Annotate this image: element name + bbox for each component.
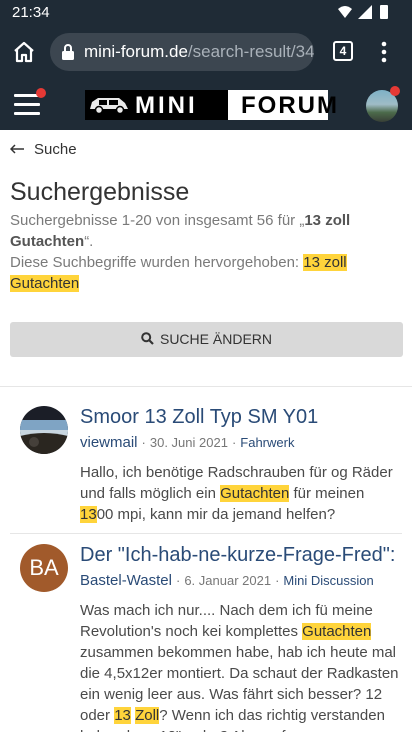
mini-car-icon: [90, 98, 128, 115]
browser-toolbar: mini-forum.de/search-result/34 4: [0, 24, 412, 80]
result-excerpt: Hallo, ich benötige Radschrauben für og …: [80, 464, 393, 523]
result-title[interactable]: Smoor 13 Zoll Typ SM Y01: [80, 406, 318, 429]
back-link-label: Suche: [34, 141, 77, 158]
tab-switcher-button[interactable]: 4: [333, 41, 353, 61]
lock-icon: [62, 44, 74, 60]
logo-text-mini: MINI: [135, 92, 198, 119]
result-excerpt: Was mach ich nur.... Nach dem ich fü mei…: [80, 602, 399, 732]
home-icon[interactable]: [12, 40, 36, 64]
author-avatar[interactable]: [20, 406, 68, 454]
user-avatar[interactable]: [366, 86, 400, 122]
result-forum[interactable]: Fahrwerk: [240, 435, 294, 450]
overflow-menu-icon[interactable]: [378, 40, 390, 64]
result-author[interactable]: Bastel-Wastel: [80, 572, 172, 589]
change-search-button[interactable]: SUCHE ÄNDERN: [10, 322, 403, 357]
url-path: /search-result/34: [187, 42, 314, 61]
battery-icon: [380, 5, 388, 19]
notification-dot: [36, 88, 46, 98]
status-icons: [338, 5, 388, 19]
result-date: 30. Juni 2021: [149, 435, 228, 450]
status-bar: 21:34: [0, 0, 412, 24]
result-title[interactable]: Der "Ich-hab-ne-kurze-Frage-Fred":: [80, 544, 395, 567]
signal-icon: [358, 5, 372, 19]
main-content: Suche Suchergebnisse Suchergebnisse 1-20…: [0, 130, 412, 732]
divider: [10, 533, 402, 534]
site-logo[interactable]: MINI FORUM: [85, 90, 337, 120]
result-forum[interactable]: Mini Discussion: [283, 573, 373, 588]
search-summary: Suchergebnisse 1-20 von insgesamt 56 für…: [10, 212, 351, 292]
logo-text-forum: FORUM: [241, 92, 339, 119]
status-time: 21:34: [12, 4, 50, 21]
author-avatar[interactable]: BA: [20, 544, 68, 592]
page-title: Suchergebnisse: [10, 178, 190, 206]
back-link[interactable]: Suche: [9, 141, 77, 158]
result-meta: viewmail · 30. Juni 2021 · Fahrwerk: [80, 434, 295, 451]
result-date: 6. Januar 2021: [184, 573, 272, 588]
address-bar[interactable]: mini-forum.de/search-result/34: [50, 33, 314, 71]
url-host: mini-forum.de: [84, 42, 188, 61]
notification-dot: [390, 86, 400, 96]
wifi-icon: [338, 6, 352, 18]
search-icon: [141, 332, 154, 345]
hamburger-menu-button[interactable]: [14, 88, 46, 116]
arrow-left-icon: [9, 141, 24, 158]
result-meta: Bastel-Wastel · 6. Januar 2021 · Mini Discus…: [80, 572, 374, 589]
result-author[interactable]: viewmail: [80, 434, 138, 451]
site-header: MINI FORUM: [0, 80, 412, 130]
divider: [0, 386, 412, 387]
